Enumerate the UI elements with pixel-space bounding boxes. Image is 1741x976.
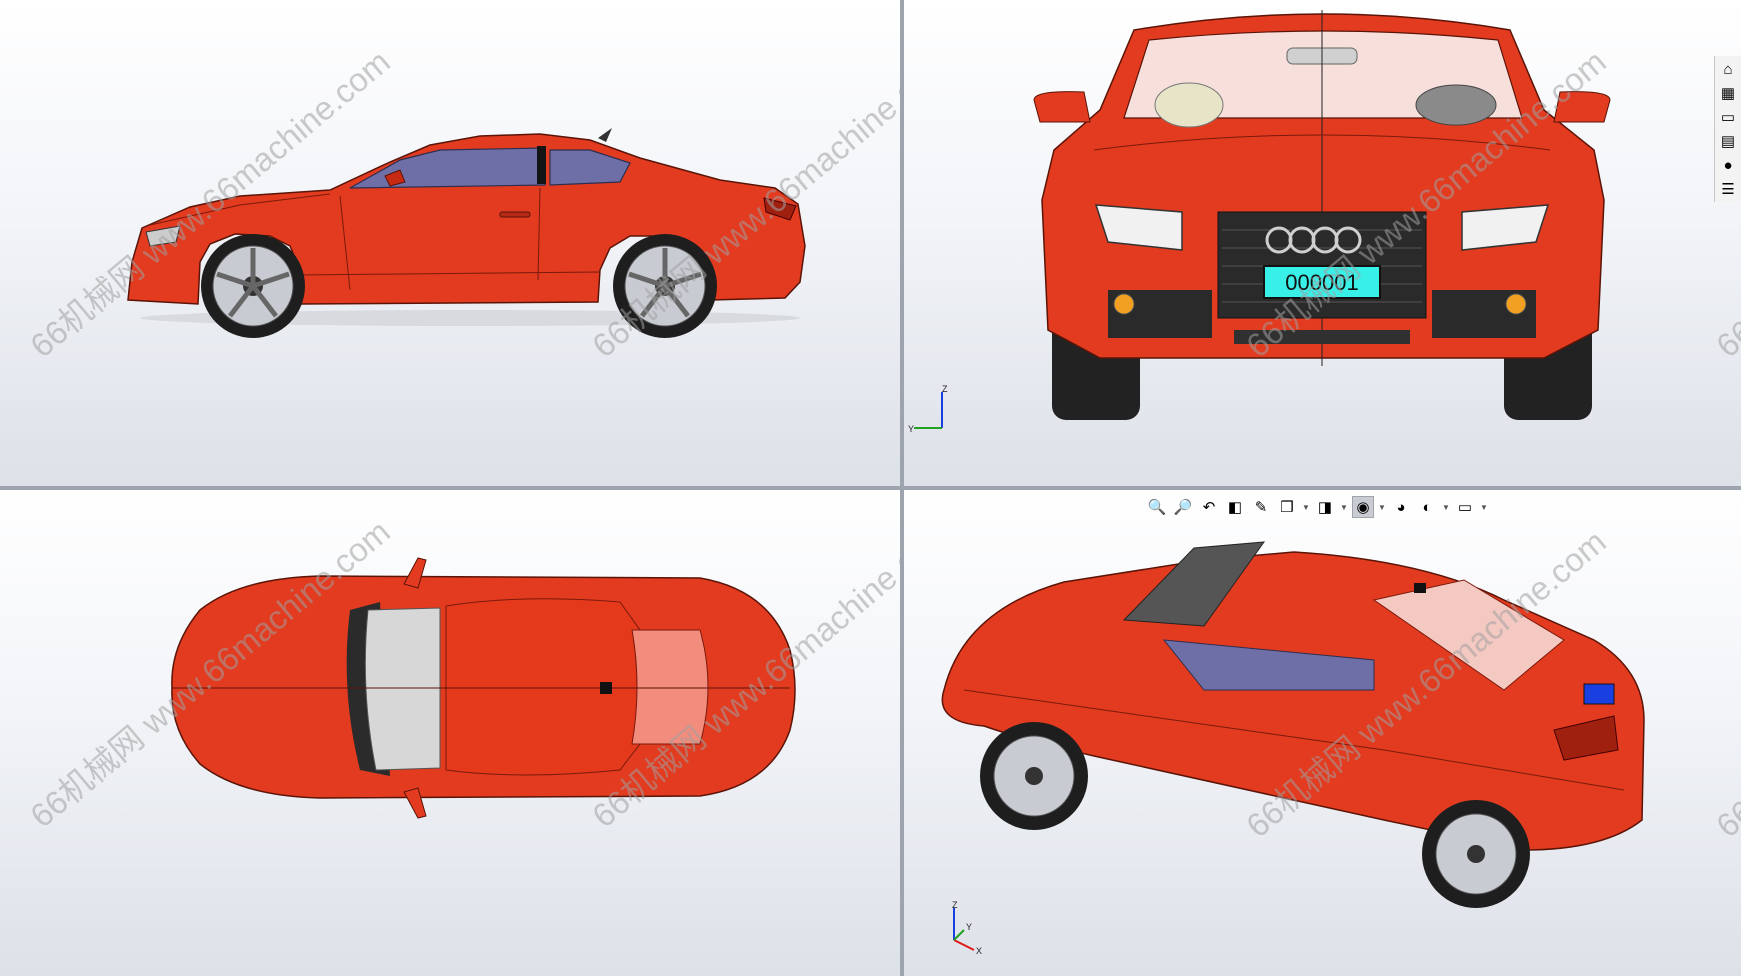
triad-front: Z Y [908, 384, 948, 434]
viewport-side[interactable]: 66机械网 www.66machine.com 66机械网 www.66mach… [0, 0, 900, 486]
car-rear-window [631, 629, 709, 745]
car-wheel-rear [1422, 800, 1530, 908]
car-top-view [171, 557, 796, 819]
car-mirror [1033, 91, 1091, 123]
viewport-isometric[interactable]: 🔍 🔎 ↶ ◧ ✎ ❒ ▼ ◨ ▼ ◉ ▼ ◕ ◐ ▼ ▭ ▼ Z Y X 66… [904, 490, 1741, 976]
car-isometric-view [941, 541, 1645, 908]
appearances-icon[interactable]: ● [1717, 154, 1739, 176]
viewport-front[interactable]: 000001 Z Y ⌂ ▦ ▭ ▤ ● ☰ 66机械网 www.66machi… [904, 0, 1741, 486]
task-pane: ⌂ ▦ ▭ ▤ ● ☰ [1714, 56, 1741, 202]
part-library-icon[interactable]: ▦ [1717, 82, 1739, 104]
svg-text:X: X [976, 946, 982, 956]
car-mirror [1553, 91, 1611, 123]
viewport-splitter-horizontal[interactable] [0, 486, 1741, 490]
file-explorer-icon[interactable]: ▭ [1717, 106, 1739, 128]
car-front-view: 000001 [1033, 10, 1611, 420]
car-side-view [127, 128, 806, 338]
license-plate-text: 000001 [1285, 270, 1358, 295]
svg-text:Z: Z [952, 900, 958, 910]
custom-properties-icon[interactable]: ☰ [1717, 178, 1739, 200]
svg-text:Y: Y [966, 922, 972, 932]
car-wheel-front [980, 722, 1088, 830]
view-palette-icon[interactable]: ▤ [1717, 130, 1739, 152]
svg-text:Y: Y [908, 424, 914, 434]
triad-isometric: Z Y X [952, 900, 982, 956]
viewport-top[interactable]: 66机械网 www.66machine.com 66机械网 www.66mach… [0, 490, 900, 976]
car-wheel-rear [613, 234, 717, 338]
svg-text:Z: Z [942, 384, 948, 394]
car-wheel-front [201, 234, 305, 338]
home-icon[interactable]: ⌂ [1717, 58, 1739, 80]
